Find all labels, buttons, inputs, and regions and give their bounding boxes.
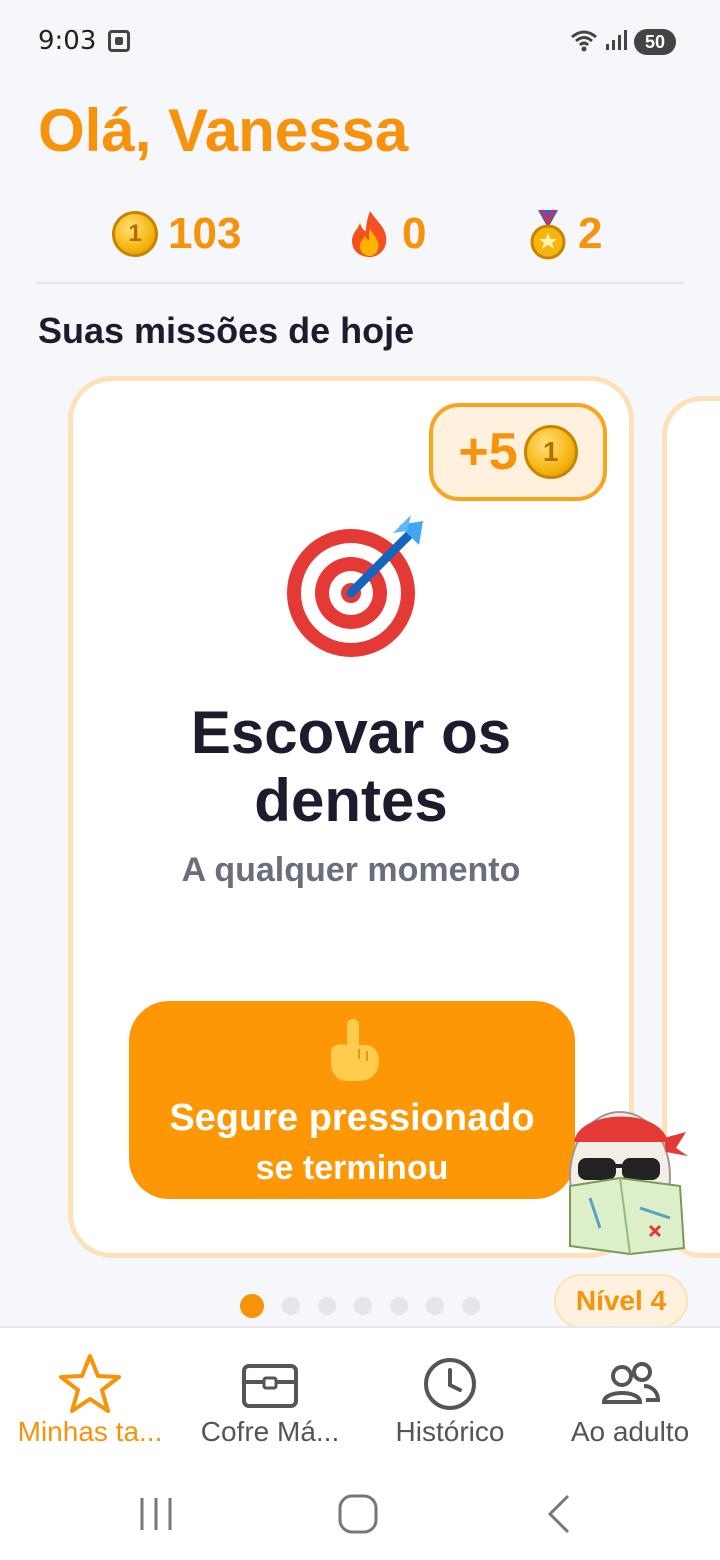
pagination-dot[interactable]	[354, 1297, 372, 1315]
mission-card[interactable]: +5 1 Escovar os dentes A qualquer moment…	[68, 376, 634, 1258]
fire-icon	[352, 211, 387, 257]
stats-row: 1 103 0 2	[0, 204, 720, 264]
nav-tab-adult[interactable]: Ao adulto	[540, 1328, 720, 1468]
target-icon	[287, 515, 423, 657]
streak-stat: 0	[348, 204, 426, 264]
hold-label-line2: se terminou	[255, 1149, 449, 1187]
coins-value: 103	[168, 209, 242, 258]
nav-tab-my-tasks[interactable]: Minhas ta...	[0, 1328, 180, 1468]
status-bar: 9:03 50	[0, 0, 720, 84]
pirate-mascot-icon[interactable]	[560, 1098, 692, 1260]
nav-tab-history[interactable]: Histórico	[360, 1328, 540, 1468]
divider	[36, 282, 684, 284]
coins-stat: 1 103	[112, 204, 241, 264]
signal-icon	[606, 30, 627, 50]
mission-title-line1: Escovar os	[190, 699, 512, 766]
battery-badge: 50	[634, 29, 676, 55]
screenshot-icon	[108, 30, 130, 52]
medals-value: 2	[578, 209, 603, 258]
reward-value: +5	[458, 423, 518, 481]
greeting-title: Olá, Vanessa	[38, 97, 409, 164]
nav-label-adult: Ao adulto	[570, 1416, 690, 1447]
pagination-dot[interactable]	[240, 1294, 264, 1318]
back-icon[interactable]	[530, 1484, 590, 1544]
hold-complete-button[interactable]: Segure pressionado se terminou	[129, 1001, 575, 1199]
section-title: Suas missões de hoje	[38, 310, 415, 351]
nav-label-vault: Cofre Má...	[200, 1416, 340, 1447]
nav-label-history: Histórico	[395, 1416, 505, 1447]
home-icon[interactable]	[328, 1484, 388, 1544]
recent-apps-icon[interactable]	[126, 1484, 186, 1544]
pagination-dot[interactable]	[318, 1297, 336, 1315]
level-badge: Nível 4	[554, 1274, 688, 1328]
mission-title: Escovar os dentes	[73, 699, 629, 835]
people-icon	[601, 1362, 661, 1404]
pagination-dot[interactable]	[390, 1297, 408, 1315]
nav-tab-vault[interactable]: Cofre Má...	[180, 1328, 360, 1468]
pagination-dot[interactable]	[426, 1297, 444, 1315]
mission-subtitle: A qualquer momento	[181, 851, 521, 889]
system-nav-bar	[0, 1466, 720, 1560]
pagination-dot[interactable]	[282, 1297, 300, 1315]
bottom-nav: Minhas ta... Cofre Má... Histórico Ao ad…	[0, 1326, 720, 1466]
coin-icon: 1	[523, 425, 578, 479]
nav-label-my-tasks: Minhas ta...	[17, 1416, 163, 1447]
medals-stat: 2	[528, 204, 602, 264]
hold-label-line1: Segure pressionado	[169, 1097, 535, 1139]
star-icon	[59, 1354, 121, 1413]
chest-icon	[242, 1364, 298, 1408]
reward-badge: +5 1	[429, 403, 607, 501]
status-time: 9:03	[38, 26, 97, 56]
clock-icon	[424, 1358, 476, 1410]
wifi-icon	[571, 30, 597, 52]
medal-icon	[530, 209, 566, 260]
coin-icon: 1	[112, 211, 158, 257]
mission-title-line2: dentes	[254, 767, 448, 834]
pagination-dot[interactable]	[462, 1297, 480, 1315]
pointing-hand-icon	[331, 1019, 379, 1081]
streak-value: 0	[402, 209, 427, 258]
pagination-dots	[240, 1294, 480, 1318]
